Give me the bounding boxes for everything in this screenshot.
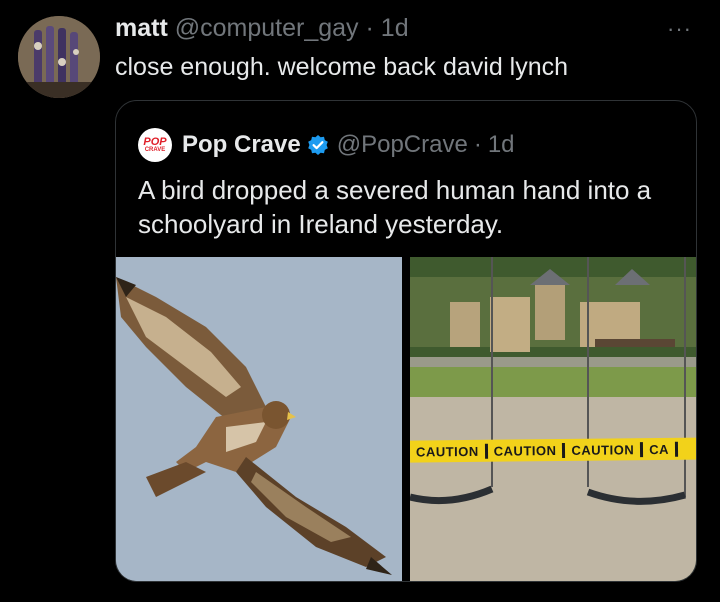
playground-photo[interactable]: CAUTION CAUTION CAUTION CA — [410, 257, 696, 581]
quoted-tweet-text: A bird dropped a severed human hand into… — [138, 175, 652, 239]
caution-text: CAUTION — [565, 441, 644, 458]
author-name[interactable]: matt — [115, 14, 168, 42]
more-options-icon[interactable]: ··· — [667, 16, 692, 42]
quoted-tweet-time[interactable]: 1d — [488, 131, 515, 159]
tweet-header: matt @computer_gay · 1d — [115, 14, 409, 43]
hawk-photo[interactable] — [116, 257, 402, 581]
tweet-time[interactable]: 1d — [381, 14, 409, 42]
verified-badge-icon — [307, 135, 328, 155]
quoted-author-name[interactable]: Pop Crave — [182, 131, 301, 159]
caution-text: CAUTION — [487, 442, 566, 459]
separator-dot: · — [365, 14, 374, 42]
quoted-author-handle[interactable]: @PopCrave — [337, 131, 468, 159]
avatar[interactable] — [18, 16, 100, 98]
separator-dot: · — [473, 131, 482, 158]
quoted-tweet[interactable]: POP CRAVE Pop Crave @PopCrave · 1d A bir… — [115, 100, 697, 582]
pop-crave-logo[interactable]: POP CRAVE — [138, 128, 172, 162]
caution-text: CA — [643, 441, 679, 457]
caution-text: CAUTION — [410, 443, 488, 460]
author-handle[interactable]: @computer_gay — [175, 14, 359, 42]
quoted-tweet-header: POP CRAVE Pop Crave @PopCrave · 1d — [138, 127, 515, 163]
tweet-text: close enough. welcome back david lynch — [115, 53, 569, 81]
logo-text-crave: CRAVE — [144, 146, 166, 153]
media-grid: CAUTION CAUTION CAUTION CA — [116, 257, 696, 581]
logo-text-pop: POP — [143, 135, 167, 148]
caution-tape: CAUTION CAUTION CAUTION CA — [410, 437, 696, 463]
